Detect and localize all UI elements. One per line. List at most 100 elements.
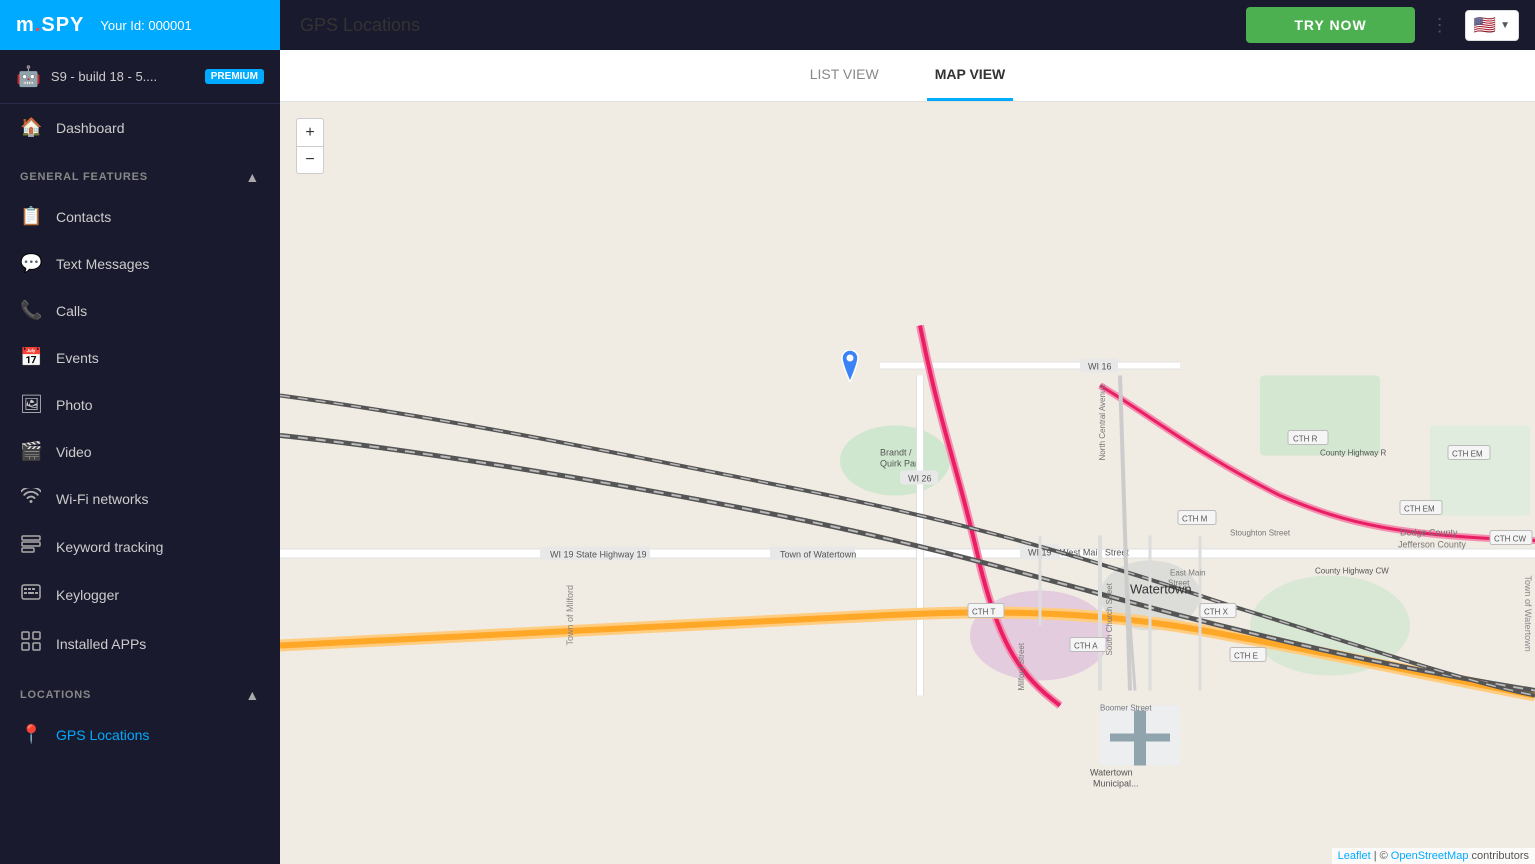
svg-text:Municipal...: Municipal... [1093, 779, 1139, 789]
device-icon: 🤖 [16, 64, 41, 89]
keylogger-icon [20, 584, 42, 605]
svg-text:Town of Watertown: Town of Watertown [780, 550, 856, 560]
flag-icon: 🇺🇸 [1474, 15, 1496, 36]
map-location-pin [838, 350, 862, 387]
sidebar-item-label: Video [56, 444, 92, 460]
svg-text:East Main: East Main [1170, 569, 1206, 578]
logo-area: m.SPY Your Id: 000001 [0, 0, 280, 50]
svg-text:Watertown: Watertown [1090, 768, 1133, 778]
svg-text:CTH T: CTH T [972, 608, 996, 617]
content-area: LIST VIEW MAP VIEW Brandt / Quirk Park [280, 50, 1535, 864]
svg-text:Brandt /: Brandt / [880, 448, 912, 458]
sidebar-item-wifi-networks[interactable]: Wi-Fi networks [0, 475, 280, 522]
map-attribution: Leaflet | © OpenStreetMap contributors [1332, 848, 1535, 864]
sidebar-item-label: Photo [56, 397, 93, 413]
pin-icon [838, 350, 862, 382]
svg-text:CTH EM: CTH EM [1452, 450, 1483, 459]
header-center: GPS Locations [280, 15, 1246, 36]
page-title: GPS Locations [300, 15, 420, 36]
tabs-bar: LIST VIEW MAP VIEW [280, 50, 1535, 102]
chevron-up-icon-locations: ▲ [245, 687, 260, 703]
sidebar-item-contacts[interactable]: 📋 Contacts [0, 193, 280, 240]
contacts-icon: 📋 [20, 206, 42, 227]
sidebar-item-dashboard[interactable]: 🏠 Dashboard [0, 104, 280, 151]
user-id: Your Id: 000001 [100, 18, 191, 33]
svg-text:Town of Watertown: Town of Watertown [1523, 576, 1533, 652]
device-header: 🤖 S9 - build 18 - 5.... PREMIUM [0, 50, 280, 104]
chevron-up-icon: ▲ [245, 169, 260, 185]
sidebar-item-label: GPS Locations [56, 727, 149, 743]
svg-text:CTH CW: CTH CW [1494, 535, 1526, 544]
try-now-button[interactable]: TRY NOW [1246, 7, 1414, 43]
logo: m.SPY [16, 14, 84, 37]
sidebar-item-label: Keyword tracking [56, 539, 163, 555]
map-container: Brandt / Quirk Park [280, 102, 1535, 864]
leaflet-link[interactable]: Leaflet [1338, 850, 1371, 862]
map-controls: + − [296, 118, 324, 174]
calls-icon: 📞 [20, 300, 42, 321]
tab-map-view[interactable]: MAP VIEW [927, 50, 1014, 101]
keyword-icon [20, 535, 42, 558]
sidebar-item-gps-locations[interactable]: 📍 GPS Locations [0, 711, 280, 758]
svg-text:Town of Milford: Town of Milford [565, 585, 575, 646]
sidebar-item-label: Text Messages [56, 256, 149, 272]
main-layout: 🤖 S9 - build 18 - 5.... PREMIUM 🏠 Dashbo… [0, 50, 1535, 864]
svg-text:County Highway CW: County Highway CW [1315, 567, 1389, 576]
svg-text:CTH A: CTH A [1074, 642, 1098, 651]
sidebar-item-video[interactable]: 🎬 Video [0, 428, 280, 475]
svg-text:Stoughton Street: Stoughton Street [1230, 529, 1291, 538]
map-svg: Brandt / Quirk Park [280, 102, 1535, 864]
sidebar-item-text-messages[interactable]: 💬 Text Messages [0, 240, 280, 287]
apps-icon [20, 631, 42, 656]
more-options-icon[interactable]: ⋮ [1431, 15, 1449, 36]
sidebar-item-label: Contacts [56, 209, 111, 225]
sidebar: 🤖 S9 - build 18 - 5.... PREMIUM 🏠 Dashbo… [0, 50, 280, 864]
home-icon: 🏠 [20, 117, 42, 138]
locations-section-header: LOCATIONS ▲ [0, 675, 280, 711]
locations-label: LOCATIONS [20, 689, 91, 701]
zoom-out-button[interactable]: − [296, 146, 324, 174]
sidebar-item-label: Wi-Fi networks [56, 491, 149, 507]
svg-text:CTH E: CTH E [1234, 652, 1258, 661]
zoom-in-button[interactable]: + [296, 118, 324, 146]
premium-badge: PREMIUM [205, 69, 264, 84]
chevron-down-icon: ▼ [1500, 20, 1510, 31]
sidebar-item-events[interactable]: 📅 Events [0, 334, 280, 381]
photo-icon: 🖼 [20, 394, 42, 415]
events-icon: 📅 [20, 347, 42, 368]
svg-text:CTH M: CTH M [1182, 515, 1208, 524]
svg-text:Milford Street: Milford Street [1017, 642, 1026, 690]
sidebar-item-installed-apps[interactable]: Installed APPs [0, 618, 280, 669]
sidebar-item-calls[interactable]: 📞 Calls [0, 287, 280, 334]
svg-text:CTH R: CTH R [1293, 435, 1318, 444]
svg-text:CTH EM: CTH EM [1404, 505, 1435, 514]
svg-text:Jefferson County: Jefferson County [1398, 540, 1466, 550]
sidebar-item-keyword-tracking[interactable]: Keyword tracking [0, 522, 280, 571]
svg-text:WI 16: WI 16 [1088, 362, 1112, 372]
sidebar-item-label: Keylogger [56, 587, 119, 603]
svg-text:CTH X: CTH X [1204, 608, 1229, 617]
svg-text:South Church Street: South Church Street [1105, 582, 1114, 655]
sidebar-item-label: Calls [56, 303, 87, 319]
svg-text:County Highway R: County Highway R [1320, 449, 1386, 458]
svg-text:North Central Avenue: North Central Avenue [1098, 384, 1107, 461]
sidebar-item-label: Dashboard [56, 120, 125, 136]
sidebar-item-keylogger[interactable]: Keylogger [0, 571, 280, 618]
sidebar-item-label: Events [56, 350, 99, 366]
header-right: TRY NOW ⋮ 🇺🇸 ▼ [1246, 7, 1535, 43]
svg-text:WI 19 State Highway 19: WI 19 State Highway 19 [550, 550, 647, 560]
svg-text:WI 26: WI 26 [908, 474, 932, 484]
sidebar-item-photo[interactable]: 🖼 Photo [0, 381, 280, 428]
logo-spy: SPY [41, 14, 84, 36]
device-name: S9 - build 18 - 5.... [51, 69, 195, 84]
logo-m: m [16, 14, 35, 36]
wifi-icon [20, 488, 42, 509]
video-icon: 🎬 [20, 441, 42, 462]
language-selector[interactable]: 🇺🇸 ▼ [1465, 10, 1519, 41]
top-header: m.SPY Your Id: 000001 GPS Locations TRY … [0, 0, 1535, 50]
osm-link[interactable]: OpenStreetMap [1391, 850, 1469, 862]
gps-icon: 📍 [20, 724, 42, 745]
general-features-section-header: GENERAL FEATURES ▲ [0, 157, 280, 193]
map-background: Brandt / Quirk Park [280, 102, 1535, 864]
tab-list-view[interactable]: LIST VIEW [802, 50, 887, 101]
